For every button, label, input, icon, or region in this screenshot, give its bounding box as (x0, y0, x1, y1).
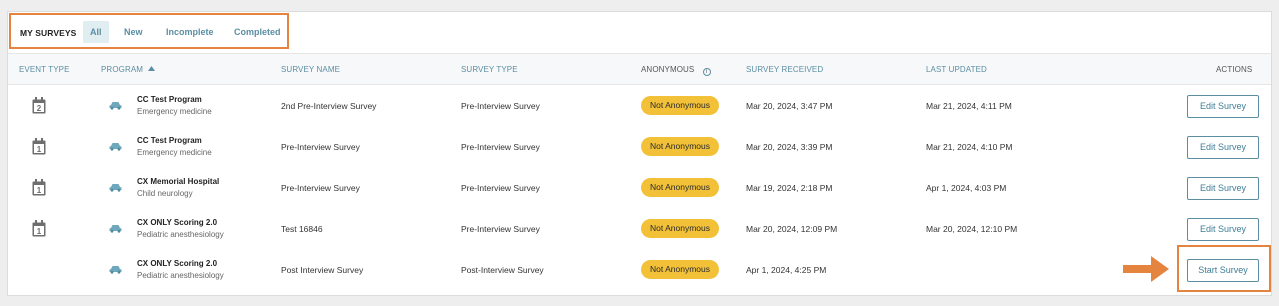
survey-received: Mar 20, 2024, 12:09 PM (746, 224, 838, 234)
program-name: CX ONLY Scoring 2.0 (137, 259, 218, 268)
col-program-label: PROGRAM (101, 65, 144, 74)
col-survey-type[interactable]: SURVEY TYPE (461, 65, 518, 74)
car-icon (109, 225, 122, 233)
last-updated: Mar 20, 2024, 12:10 PM (926, 224, 1018, 234)
calendar-day: 1 (37, 227, 42, 236)
program-cell: CX ONLY Scoring 2.0 Pediatric anesthesio… (137, 259, 224, 280)
survey-type: Post-Interview Survey (461, 265, 544, 275)
program-name: CX Memorial Hospital (137, 177, 220, 186)
program-specialty: Pediatric anesthesiology (137, 271, 224, 280)
program-specialty: Child neurology (137, 189, 193, 198)
col-survey-name[interactable]: SURVEY NAME (281, 65, 340, 74)
last-updated: Apr 1, 2024, 4:03 PM (926, 183, 1007, 193)
survey-type: Pre-Interview Survey (461, 183, 540, 193)
survey-type: Pre-Interview Survey (461, 142, 540, 152)
col-actions: ACTIONS (1216, 65, 1253, 74)
survey-received: Mar 20, 2024, 3:39 PM (746, 142, 833, 152)
table-row: 1 CC Test Program Emergency medicine Pre… (8, 127, 1271, 168)
calendar-day: 1 (37, 186, 42, 195)
survey-name: 2nd Pre-Interview Survey (281, 101, 377, 111)
survey-received: Mar 20, 2024, 3:47 PM (746, 101, 833, 111)
col-anonymous-label: ANONYMOUS (641, 65, 695, 74)
table-header: EVENT TYPE PROGRAM SURVEY NAME SURVEY TY… (8, 53, 1271, 85)
col-survey-received[interactable]: SURVEY RECEIVED (746, 65, 823, 74)
calendar-day: 2 (37, 104, 42, 113)
car-icon (109, 184, 122, 192)
my-surveys-title: MY SURVEYS (20, 28, 77, 38)
col-anonymous: ANONYMOUS i (641, 65, 711, 76)
anonymous-badge: Not Anonymous (641, 260, 719, 279)
tab-completed[interactable]: Completed (227, 21, 288, 43)
program-cell: CX Memorial Hospital Child neurology (137, 177, 219, 198)
survey-name: Post Interview Survey (281, 265, 364, 275)
table-row: 1 CX Memorial Hospital Child neurology P… (8, 168, 1271, 209)
survey-received: Apr 1, 2024, 4:25 PM (746, 265, 827, 275)
car-icon (109, 266, 122, 274)
calendar-icon: 1 (32, 179, 46, 196)
survey-type: Pre-Interview Survey (461, 224, 540, 234)
table-row: 1 CX ONLY Scoring 2.0 Pediatric anesthes… (8, 209, 1271, 250)
col-program[interactable]: PROGRAM (101, 65, 156, 74)
info-icon[interactable]: i (702, 68, 711, 76)
table-row: 2 CC Test Program Emergency medicine 2nd… (8, 86, 1271, 127)
car-icon (109, 102, 122, 110)
calendar-icon: 2 (32, 97, 46, 114)
anonymous-badge: Not Anonymous (641, 96, 719, 115)
survey-name: Pre-Interview Survey (281, 142, 360, 152)
edit-survey-button[interactable]: Edit Survey (1187, 177, 1259, 200)
program-name: CC Test Program (137, 136, 202, 145)
survey-name: Pre-Interview Survey (281, 183, 360, 193)
program-cell: CC Test Program Emergency medicine (137, 95, 212, 116)
edit-survey-button[interactable]: Edit Survey (1187, 218, 1259, 241)
program-name: CX ONLY Scoring 2.0 (137, 218, 218, 227)
program-specialty: Pediatric anesthesiology (137, 230, 224, 239)
car-icon (109, 143, 122, 151)
edit-survey-button[interactable]: Edit Survey (1187, 136, 1259, 159)
table-row: CX ONLY Scoring 2.0 Pediatric anesthesio… (8, 250, 1271, 291)
anonymous-badge: Not Anonymous (641, 219, 719, 238)
program-specialty: Emergency medicine (137, 148, 212, 157)
tab-incomplete[interactable]: Incomplete (159, 21, 221, 43)
tab-new[interactable]: New (117, 21, 150, 43)
arrow-right-icon (1123, 256, 1169, 282)
program-name: CC Test Program (137, 95, 202, 104)
survey-type: Pre-Interview Survey (461, 101, 540, 111)
edit-survey-button[interactable]: Edit Survey (1187, 95, 1259, 118)
survey-filter-tabs: MY SURVEYS All New Incomplete Completed (9, 13, 289, 49)
last-updated: Mar 21, 2024, 4:10 PM (926, 142, 1013, 152)
col-event-type[interactable]: EVENT TYPE (19, 65, 70, 74)
start-survey-highlight (1177, 245, 1271, 292)
sort-ascending-icon (148, 66, 156, 71)
program-cell: CX ONLY Scoring 2.0 Pediatric anesthesio… (137, 218, 224, 239)
program-cell: CC Test Program Emergency medicine (137, 136, 212, 157)
calendar-icon: 1 (32, 138, 46, 155)
survey-received: Mar 19, 2024, 2:18 PM (746, 183, 833, 193)
anonymous-badge: Not Anonymous (641, 137, 719, 156)
anonymous-badge: Not Anonymous (641, 178, 719, 197)
col-last-updated[interactable]: LAST UPDATED (926, 65, 987, 74)
survey-name: Test 16846 (281, 224, 323, 234)
program-specialty: Emergency medicine (137, 107, 212, 116)
calendar-day: 1 (37, 145, 42, 154)
calendar-icon: 1 (32, 220, 46, 237)
last-updated: Mar 21, 2024, 4:11 PM (926, 101, 1012, 111)
tab-all[interactable]: All (83, 21, 109, 43)
